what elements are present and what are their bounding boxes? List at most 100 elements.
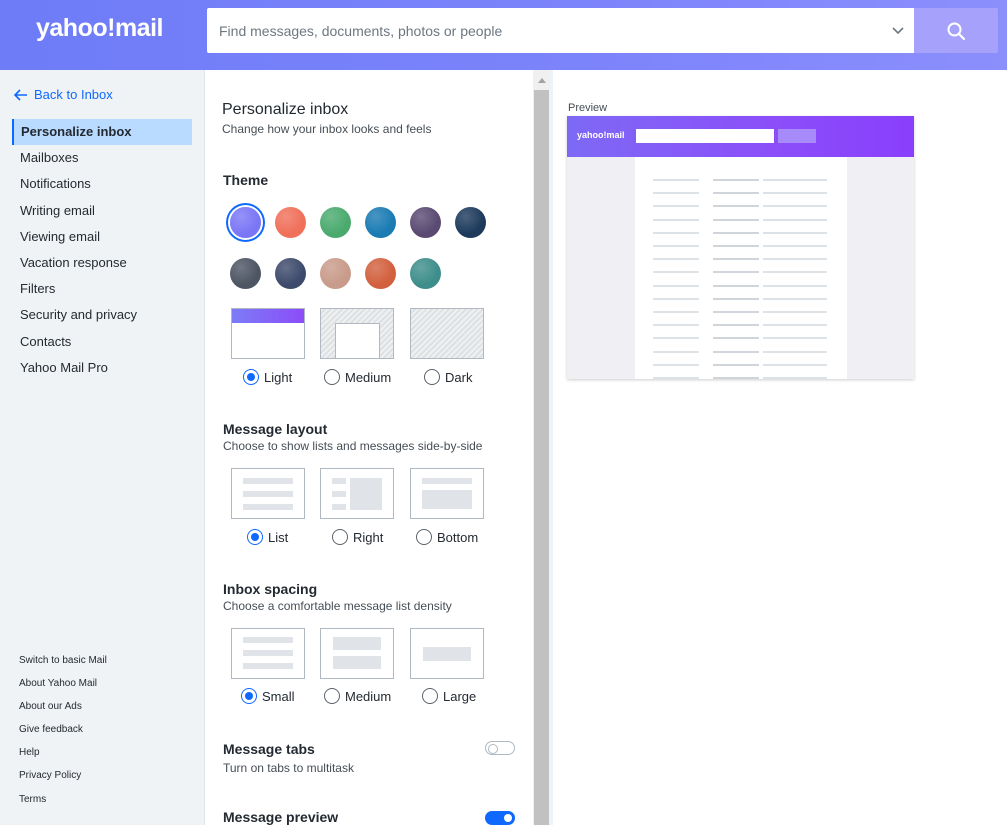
preview-placeholder-line: [713, 297, 759, 300]
preview-placeholder-line: [653, 284, 699, 287]
theme-swatch-slate[interactable]: [230, 258, 261, 289]
preview-placeholder-line: [713, 271, 759, 274]
theme-swatch-dusk[interactable]: [410, 207, 441, 238]
theme-mode-medium-preview[interactable]: [320, 308, 394, 359]
preview-placeholder-line: [763, 284, 827, 287]
preview-placeholder-line: [763, 271, 827, 274]
sidebar-item-viewing-email[interactable]: Viewing email: [12, 224, 192, 250]
theme-swatch-canyon[interactable]: [365, 258, 396, 289]
preview-placeholder-line: [763, 258, 827, 261]
preview-placeholder-line: [653, 337, 699, 340]
theme-mode-dark-option[interactable]: Dark: [424, 369, 472, 385]
search-box: [207, 8, 914, 53]
sidebar-item-filters[interactable]: Filters: [12, 276, 192, 302]
preview-placeholder-line: [713, 350, 759, 353]
preview-header: yahoo!mail: [567, 116, 914, 157]
search-input[interactable]: [207, 8, 867, 53]
panel-scrollbar[interactable]: [533, 70, 550, 825]
theme-mode-dark-radio[interactable]: [424, 369, 440, 385]
layout-bottom-radio[interactable]: [416, 529, 432, 545]
preview-placeholder-line: [713, 245, 759, 247]
layout-right-option[interactable]: Right: [332, 529, 383, 545]
sidebar-item-yahoo-mail-pro[interactable]: Yahoo Mail Pro: [12, 355, 192, 381]
layout-list-radio[interactable]: [247, 529, 263, 545]
theme-swatch-purple[interactable]: [230, 207, 261, 238]
preview-placeholder-line: [763, 205, 827, 208]
theme-mode-medium-radio[interactable]: [324, 369, 340, 385]
inbox-spacing-desc: Choose a comfortable message list densit…: [223, 599, 452, 613]
preview-placeholder-line: [763, 231, 827, 234]
theme-swatch-navy[interactable]: [455, 207, 486, 238]
theme-mode-dark-preview[interactable]: [410, 308, 484, 359]
layout-list-option[interactable]: List: [247, 529, 288, 545]
inbox-spacing-title: Inbox spacing: [223, 581, 318, 597]
scroll-up-arrow-icon[interactable]: [533, 70, 550, 90]
preview-placeholder-line: [763, 350, 827, 353]
spacing-medium-label: Medium: [345, 688, 392, 704]
scrollbar-thumb[interactable]: [534, 90, 549, 825]
terms-link[interactable]: Terms: [19, 793, 107, 816]
message-layout-desc: Choose to show lists and messages side-b…: [223, 439, 483, 453]
theme-swatch-green[interactable]: [320, 207, 351, 238]
spacing-medium-option[interactable]: Medium: [324, 688, 391, 704]
layout-bottom-option[interactable]: Bottom: [416, 529, 478, 545]
chevron-down-icon[interactable]: [890, 22, 906, 38]
preview-placeholder-line: [763, 377, 827, 379]
layout-bottom-preview[interactable]: [410, 468, 484, 519]
spacing-medium-radio[interactable]: [324, 688, 340, 704]
theme-swatch-ocean[interactable]: [365, 207, 396, 238]
privacy-policy-link[interactable]: Privacy Policy: [19, 769, 107, 792]
theme-mode-light-preview[interactable]: [231, 308, 305, 359]
message-preview-toggle[interactable]: [485, 811, 515, 825]
theme-mode-medium-option[interactable]: Medium: [324, 369, 391, 385]
preview-placeholder-line: [653, 231, 699, 234]
sidebar-item-personalize-inbox[interactable]: Personalize inbox: [12, 119, 192, 146]
spacing-small-radio[interactable]: [241, 688, 257, 704]
preview-placeholder-line: [653, 377, 699, 379]
spacing-small-label: Small: [262, 688, 295, 704]
sidebar-item-notifications[interactable]: Notifications: [12, 171, 192, 197]
sidebar-item-mailboxes[interactable]: Mailboxes: [12, 145, 192, 171]
spacing-small-option[interactable]: Small: [241, 688, 295, 704]
preview-search-bar: [636, 129, 774, 143]
preview-placeholder-line: [763, 245, 827, 247]
help-link[interactable]: Help: [19, 746, 107, 769]
preview-placeholder-line: [653, 218, 699, 221]
preview-placeholder-line: [713, 258, 759, 261]
layout-right-preview[interactable]: [320, 468, 394, 519]
layout-list-preview[interactable]: [231, 468, 305, 519]
theme-swatch-sunset[interactable]: [275, 207, 306, 238]
theme-swatch-lake[interactable]: [410, 258, 441, 289]
theme-mode-light-radio[interactable]: [243, 369, 259, 385]
preview-placeholder-line: [713, 192, 759, 195]
sidebar-item-contacts[interactable]: Contacts: [12, 329, 192, 355]
layout-right-label: Right: [353, 529, 384, 545]
layout-right-radio[interactable]: [332, 529, 348, 545]
sidebar-item-security-and-privacy[interactable]: Security and privacy: [12, 302, 192, 328]
sidebar-item-vacation-response[interactable]: Vacation response: [12, 250, 192, 276]
theme-mode-light-option[interactable]: Light: [243, 369, 292, 385]
spacing-medium-preview[interactable]: [320, 628, 394, 679]
about-yahoo-mail-link[interactable]: About Yahoo Mail: [19, 677, 107, 700]
yahoo-mail-logo[interactable]: yahoo!mail: [36, 14, 163, 43]
spacing-small-preview[interactable]: [231, 628, 305, 679]
spacing-large-radio[interactable]: [422, 688, 438, 704]
settings-sidebar: Back to Inbox Personalize inbox Mailboxe…: [0, 70, 205, 825]
back-to-inbox-link[interactable]: Back to Inbox: [14, 87, 113, 102]
preview-placeholder-line: [713, 377, 759, 379]
theme-swatch-mountains[interactable]: [275, 258, 306, 289]
sidebar-item-writing-email[interactable]: Writing email: [12, 198, 192, 224]
spacing-large-option[interactable]: Large: [422, 688, 476, 704]
switch-to-basic-mail-link[interactable]: Switch to basic Mail: [19, 654, 107, 677]
about-our-ads-link[interactable]: About our Ads: [19, 700, 107, 723]
message-tabs-toggle[interactable]: [485, 741, 515, 755]
preview-placeholder-line: [713, 205, 759, 208]
preview-placeholder-line: [713, 218, 759, 221]
inbox-preview: yahoo!mail: [567, 116, 914, 379]
preview-placeholder-line: [763, 337, 827, 340]
give-feedback-link[interactable]: Give feedback: [19, 723, 107, 746]
spacing-large-preview[interactable]: [410, 628, 484, 679]
app-header: yahoo!mail: [0, 0, 1007, 70]
search-button[interactable]: [914, 8, 998, 53]
theme-swatch-desert[interactable]: [320, 258, 351, 289]
